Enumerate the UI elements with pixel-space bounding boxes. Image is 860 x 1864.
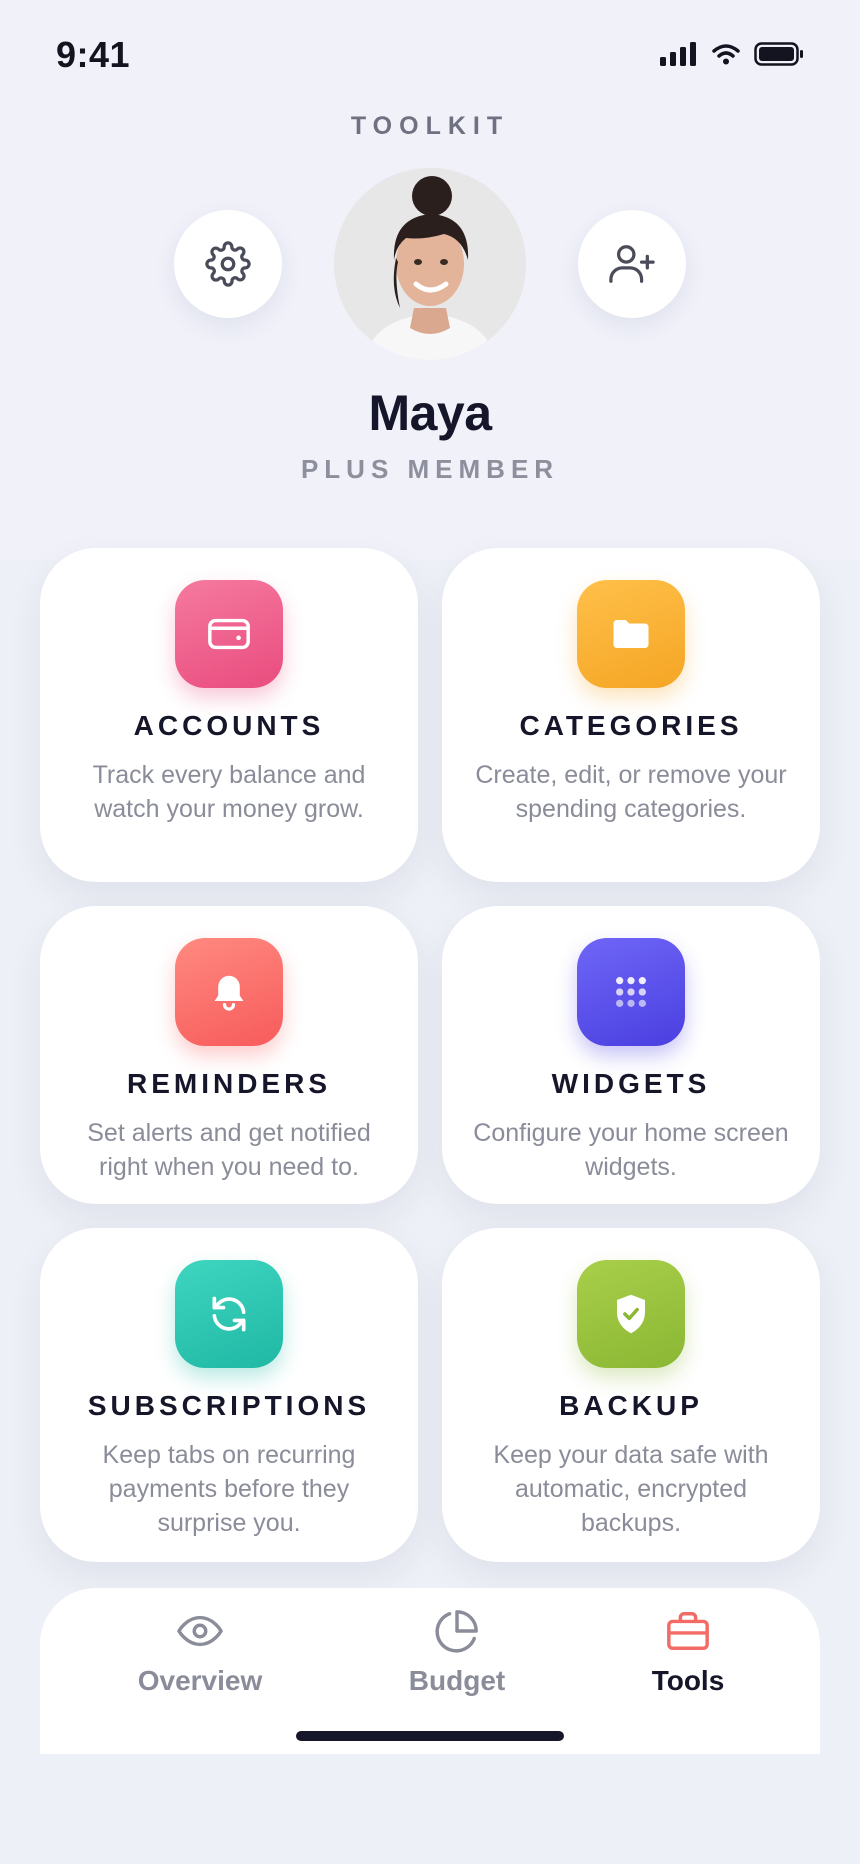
user-plus-icon: [609, 245, 655, 283]
signal-icon: [660, 42, 696, 66]
wifi-icon: [712, 44, 740, 65]
status-bar: 9:41: [0, 0, 860, 110]
eye-icon: [177, 1615, 223, 1647]
bell-icon: [214, 975, 244, 1011]
page-title: TOOLKIT: [350, 112, 510, 140]
reminders-tile: [175, 938, 283, 1046]
folder-icon: [613, 620, 649, 648]
card-title: SUBSCRIPTIONS: [87, 1390, 371, 1421]
shield-check-icon: [617, 1294, 645, 1334]
card-reminders[interactable]: REMINDERS Set alerts and get notified ri…: [40, 906, 418, 1204]
backup-tile: [577, 1260, 685, 1368]
card-subscriptions[interactable]: SUBSCRIPTIONS Keep tabs on recurring pay…: [40, 1228, 418, 1562]
nav-item-tools[interactable]: Tools: [588, 1608, 788, 1697]
settings-button[interactable]: [174, 210, 282, 318]
profile-photo: [334, 168, 526, 360]
add-user-button[interactable]: [578, 210, 686, 318]
nav-label: Tools: [651, 1665, 725, 1696]
card-title: REMINDERS: [126, 1068, 331, 1099]
grid-icon: [616, 977, 646, 1007]
gear-icon: [205, 241, 251, 287]
card-backup[interactable]: BACKUP Keep your data safe with automati…: [442, 1228, 820, 1562]
categories-tile: [577, 580, 685, 688]
subscriptions-tile: [175, 1260, 283, 1368]
home-indicator: [296, 1731, 564, 1741]
wallet-icon: [208, 618, 250, 650]
card-title: WIDGETS: [551, 1068, 711, 1099]
nav-item-budget[interactable]: Budget: [357, 1608, 557, 1697]
card-widgets[interactable]: WIDGETS Configure your home screen widge…: [442, 906, 820, 1204]
card-title: BACKUP: [559, 1390, 703, 1421]
accounts-tile: [175, 580, 283, 688]
refresh-icon: [212, 1296, 246, 1332]
card-description: Configure your home screen widgets.: [473, 1119, 789, 1181]
card-description: Keep tabs on recurring payments before t…: [102, 1441, 356, 1537]
card-description: Keep your data safe with automatic, encr…: [493, 1441, 769, 1537]
nav-item-overview[interactable]: Overview: [100, 1608, 300, 1697]
status-time: 9:41: [56, 34, 131, 75]
nav-label: Budget: [408, 1665, 506, 1696]
battery-icon: [754, 42, 803, 66]
card-description: Track every balance and watch your money…: [92, 761, 366, 823]
avatar[interactable]: [334, 168, 526, 360]
card-categories[interactable]: CATEGORIES Create, edit, or remove your …: [442, 548, 820, 882]
card-description: Create, edit, or remove your spending ca…: [475, 761, 787, 823]
user-name: Maya: [368, 385, 492, 441]
briefcase-icon: [667, 1612, 709, 1650]
pie-chart-icon: [435, 1610, 478, 1653]
card-description: Set alerts and get notified right when y…: [87, 1119, 371, 1181]
widgets-tile: [577, 938, 685, 1046]
nav-label: Overview: [137, 1665, 263, 1696]
card-title: ACCOUNTS: [133, 710, 325, 741]
status-icons: [660, 42, 804, 66]
bottom-nav: Overview Budget Tools: [40, 1588, 820, 1754]
card-title: CATEGORIES: [519, 710, 743, 741]
membership-label: PLUS MEMBER: [300, 454, 560, 484]
card-accounts[interactable]: ACCOUNTS Track every balance and watch y…: [40, 548, 418, 882]
